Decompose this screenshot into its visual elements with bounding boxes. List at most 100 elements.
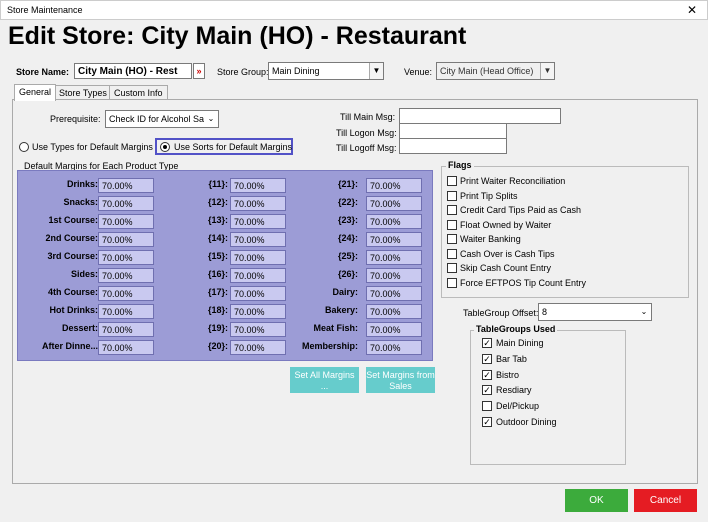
margin-label: {15}: <box>207 251 228 261</box>
tablegroup-offset-value: 8 <box>542 307 548 317</box>
margin-label: {26}: <box>337 269 358 279</box>
flag-checkbox[interactable] <box>447 277 457 288</box>
margin-input[interactable]: 70.00% <box>98 286 154 301</box>
store-name-label: Store Name: <box>16 67 70 77</box>
page-title: Edit Store: City Main (HO) - Restaurant <box>8 22 467 50</box>
margin-input[interactable]: 70.00% <box>366 250 422 265</box>
margin-input[interactable]: 70.00% <box>98 232 154 247</box>
margin-label: {19}: <box>207 323 228 333</box>
tablegroup-label: Outdoor Dining <box>496 417 557 427</box>
prerequisite-label: Prerequisite: <box>50 114 101 124</box>
flag-checkbox[interactable] <box>447 190 457 201</box>
margin-input[interactable]: 70.00% <box>366 340 422 355</box>
margin-input[interactable]: 70.00% <box>366 322 422 337</box>
tablegroup-checkbox[interactable]: ✓ <box>482 353 492 364</box>
margin-input[interactable]: 70.00% <box>98 268 154 283</box>
chevron-down-icon: ▼ <box>369 63 383 79</box>
chevron-down-icon: ▼ <box>540 63 554 79</box>
margin-input[interactable]: 70.00% <box>230 250 286 265</box>
tablegroup-checkbox[interactable]: ✓ <box>482 369 492 380</box>
tablegroup-offset-select[interactable]: 8 ⌄ <box>538 303 652 321</box>
use-sorts-label[interactable]: Use Sorts for Default Margins <box>174 142 292 152</box>
flag-checkbox[interactable] <box>447 248 457 259</box>
margin-label: Hot Drinks: <box>49 305 98 315</box>
till-logon-input[interactable] <box>399 123 507 139</box>
margins-grid: Drinks: 70.00% {11}: 70.00% {21}: 70.00% Snack… <box>17 170 433 361</box>
margin-input[interactable]: 70.00% <box>98 196 154 211</box>
tab-custom-info[interactable]: Custom Info <box>109 85 168 100</box>
prerequisite-select[interactable]: Check ID for Alcohol Sa ⌄ <box>105 110 219 128</box>
flag-checkbox[interactable] <box>447 176 457 186</box>
margin-label: Bakery: <box>324 305 358 315</box>
margin-label: {21}: <box>337 179 358 189</box>
till-main-input[interactable] <box>399 108 561 124</box>
margin-input[interactable]: 70.00% <box>366 214 422 229</box>
set-all-margins-button[interactable]: Set All Margins ... <box>290 367 359 393</box>
margin-input[interactable]: 70.00% <box>98 214 154 229</box>
flags-title: Flags <box>446 160 474 170</box>
margin-label: {22}: <box>337 197 358 207</box>
tab-store-types[interactable]: Store Types <box>54 85 112 100</box>
store-name-lookup-button[interactable]: » <box>193 63 205 79</box>
flag-checkbox[interactable] <box>447 219 457 230</box>
margin-label: {24}: <box>337 233 358 243</box>
margin-input[interactable]: 70.00% <box>230 322 286 337</box>
margin-input[interactable]: 70.00% <box>366 196 422 211</box>
margin-input[interactable]: 70.00% <box>366 268 422 283</box>
margin-input[interactable]: 70.00% <box>366 286 422 301</box>
window-title: Store Maintenance <box>7 5 83 15</box>
set-margins-from-sales-button[interactable]: Set Margins from Sales <box>366 367 435 393</box>
margin-label: 2nd Course: <box>45 233 98 243</box>
flag-checkbox[interactable] <box>447 263 457 273</box>
store-group-select[interactable]: Main Dining ▼ <box>268 62 384 80</box>
flag-label: Waiter Banking <box>460 234 521 244</box>
margin-input[interactable]: 70.00% <box>230 340 286 355</box>
margin-input[interactable]: 70.00% <box>98 340 154 355</box>
cancel-button[interactable]: Cancel <box>634 489 697 512</box>
ok-button[interactable]: OK <box>565 489 628 512</box>
tablegroups-title: TableGroups Used <box>474 324 558 334</box>
margin-input[interactable]: 70.00% <box>230 268 286 283</box>
margin-input[interactable]: 70.00% <box>366 232 422 247</box>
tablegroup-label: Bar Tab <box>496 353 527 364</box>
use-types-label[interactable]: Use Types for Default Margins <box>32 142 153 152</box>
close-icon[interactable]: ✕ <box>687 3 697 17</box>
margin-input[interactable]: 70.00% <box>98 322 154 337</box>
margin-input[interactable]: 70.00% <box>98 250 154 265</box>
use-sorts-radio[interactable] <box>160 142 170 152</box>
margin-label: {25}: <box>337 251 358 261</box>
margin-input[interactable]: 70.00% <box>230 304 286 319</box>
margin-input[interactable]: 70.00% <box>230 196 286 211</box>
margin-input[interactable]: 70.00% <box>230 214 286 229</box>
margin-input[interactable]: 70.00% <box>230 286 286 301</box>
margin-input[interactable]: 70.00% <box>230 178 286 193</box>
tablegroup-offset-label: TableGroup Offset: <box>463 308 539 318</box>
tablegroup-checkbox[interactable]: ✓ <box>482 385 492 396</box>
till-logoff-input[interactable] <box>399 138 507 154</box>
margin-label: Dairy: <box>332 287 358 297</box>
flag-label: Credit Card Tips Paid as Cash <box>460 205 582 215</box>
margin-label: {20}: <box>207 341 228 351</box>
margin-input[interactable]: 70.00% <box>98 304 154 319</box>
tablegroup-checkbox[interactable]: ✓ <box>482 417 492 427</box>
tablegroup-checkbox[interactable] <box>482 401 492 412</box>
tablegroup-checkbox[interactable]: ✓ <box>482 338 492 348</box>
margin-input[interactable]: 70.00% <box>366 178 422 193</box>
margin-label: Sides: <box>70 269 98 279</box>
title-bar: Store Maintenance ✕ <box>0 0 708 20</box>
store-group-label: Store Group: <box>217 67 269 77</box>
margin-input[interactable]: 70.00% <box>230 232 286 247</box>
tablegroups-group <box>470 330 626 465</box>
margin-input[interactable]: 70.00% <box>366 304 422 319</box>
tablegroup-label: Del/Pickup <box>496 401 540 412</box>
tab-general[interactable]: General <box>14 84 57 101</box>
flag-checkbox[interactable] <box>447 234 457 244</box>
margin-label: {18}: <box>207 305 228 315</box>
store-name-field[interactable]: City Main (HO) - Rest <box>74 63 192 79</box>
margin-label: Meat Fish: <box>313 323 358 333</box>
margin-label: After Dinne... <box>41 341 98 351</box>
use-types-radio[interactable] <box>19 142 29 152</box>
margin-label: Membership: <box>301 341 358 351</box>
flag-checkbox[interactable] <box>447 205 457 215</box>
margin-input[interactable]: 70.00% <box>98 178 154 193</box>
